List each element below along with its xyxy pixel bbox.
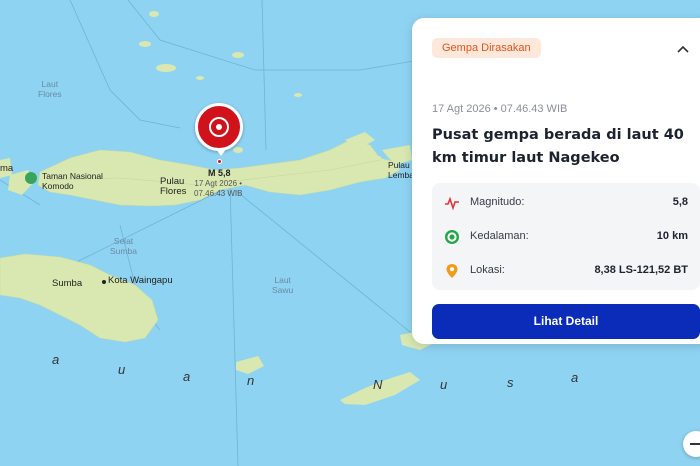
- detail-value: 10 km: [656, 230, 688, 242]
- event-details: Magnitudo: 5,8 Kedalaman: 10 km Lokasi: …: [432, 183, 700, 290]
- detail-label: Magnitudo:: [470, 196, 525, 208]
- city-dot-waingapu: [102, 280, 106, 284]
- island-north-6: [294, 93, 302, 97]
- ocean-letter: a: [571, 370, 579, 385]
- detail-value: 8,38 LS-121,52 BT: [594, 264, 688, 276]
- chevron-up-icon[interactable]: [677, 44, 689, 56]
- label-pulau-lembata: Pulau Lemba: [388, 160, 414, 180]
- island-north-1: [156, 64, 176, 72]
- ocean-letter: a: [52, 352, 60, 367]
- detail-row-location: Lokasi: 8,38 LS-121,52 BT: [444, 261, 688, 281]
- status-badge: Gempa Dirasakan: [432, 38, 541, 58]
- ocean-letter: a: [183, 369, 191, 384]
- view-detail-button[interactable]: Lihat Detail: [432, 304, 700, 339]
- detail-row-depth: Kedalaman: 10 km: [444, 227, 688, 247]
- detail-row-magnitude: Magnitudo: 5,8: [444, 193, 688, 213]
- ocean-letter: s: [507, 375, 514, 390]
- label-laut-flores: Laut Flores: [38, 79, 62, 99]
- event-datetime: 17 Agt 2026 • 07.46.43 WIB: [432, 103, 568, 115]
- location-pin-icon: [446, 264, 458, 278]
- marker-pointer: [216, 149, 226, 156]
- detail-label: Kedalaman:: [470, 230, 529, 242]
- epicenter-point: [217, 159, 222, 164]
- event-headline: Pusat gempa berada di laut 40 km timur l…: [432, 127, 684, 166]
- marker-center-dot: [216, 124, 222, 130]
- epicenter-marker[interactable]: [195, 103, 243, 151]
- island-north-5: [196, 76, 204, 80]
- ocean-letter: u: [440, 377, 448, 392]
- detail-value: 5,8: [672, 196, 688, 208]
- ocean-letter: n: [247, 373, 255, 388]
- label-sumba: Sumba: [52, 278, 83, 289]
- marker-time-label: 17 Agt 2026 • 07.46.43 WIB: [194, 179, 243, 198]
- label-selat-sumba: Selat Sumba: [110, 236, 137, 256]
- island-palue: [233, 147, 243, 153]
- target-icon: [445, 230, 459, 244]
- park-icon[interactable]: [25, 172, 37, 184]
- earthquake-info-card: Gempa Dirasakan 17 Agt 2026 • 07.46.43 W…: [412, 18, 700, 344]
- island-north-2: [139, 41, 151, 47]
- island-north-4: [232, 52, 244, 58]
- ocean-letter: N: [373, 377, 383, 392]
- ocean-letter: u: [118, 362, 126, 377]
- island-north-3: [149, 11, 159, 17]
- label-left-partial: ma: [0, 163, 14, 174]
- label-kota-waingapu: Kota Waingapu: [108, 275, 173, 286]
- detail-label: Lokasi:: [470, 264, 505, 276]
- pulse-icon: [445, 196, 459, 211]
- marker-magnitude-label: M 5,8: [208, 168, 231, 178]
- minus-icon: [690, 443, 700, 445]
- label-pulau-flores: Pulau Flores: [160, 176, 187, 197]
- label-laut-sawu: Laut Sawu: [272, 275, 294, 295]
- label-taman-nasional-komodo: Taman Nasional Komodo: [42, 171, 103, 191]
